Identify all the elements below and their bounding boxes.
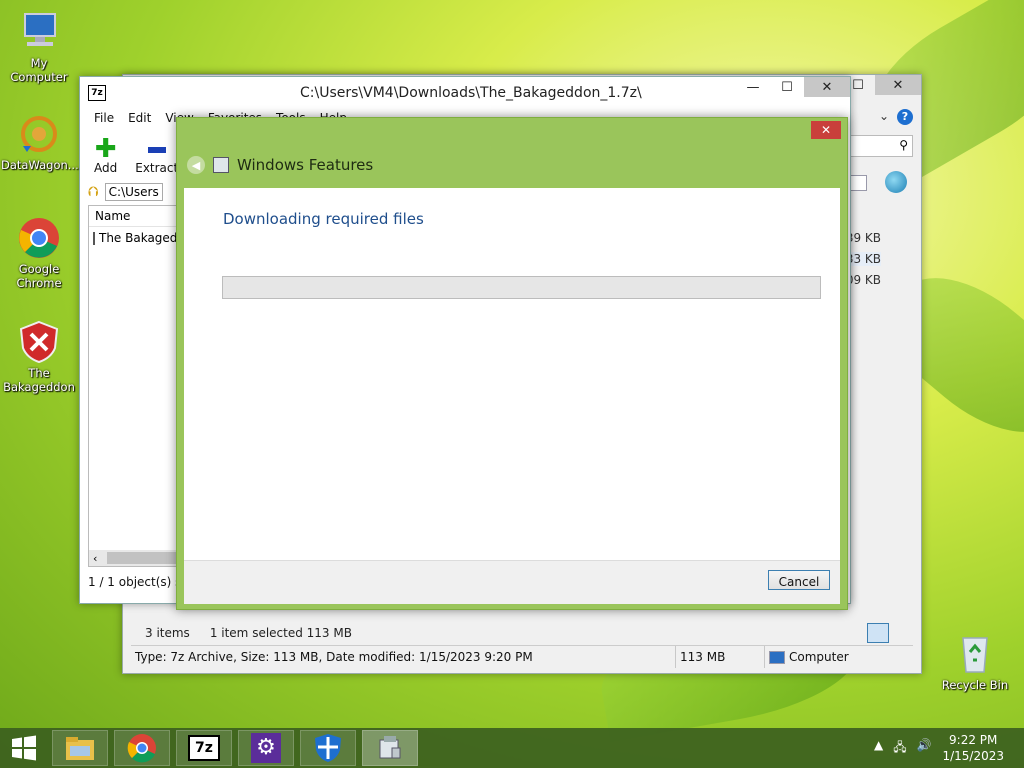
add-label: Add xyxy=(94,161,118,175)
status-message: Downloading required files xyxy=(223,210,424,228)
location-label: Computer xyxy=(789,650,849,664)
taskbar-file-explorer[interactable] xyxy=(52,730,108,766)
details-bar: Type: 7z Archive, Size: 113 MB, Date mod… xyxy=(131,645,913,668)
desktop-icon-recycle-bin[interactable]: Recycle Bin xyxy=(937,632,1013,692)
desktop-icon-my-computer[interactable]: My Computer xyxy=(1,10,77,84)
back-arrow-icon[interactable]: ◀ xyxy=(187,156,205,174)
minimize-button[interactable]: — xyxy=(736,77,770,97)
desktop-icon-label: DataWagon... xyxy=(1,158,79,172)
item-count: 3 items xyxy=(145,626,190,640)
7zip-title-bar: 7z C:\Users\VM4\Downloads\The_Bakageddon… xyxy=(80,77,850,111)
close-button[interactable]: ✕ xyxy=(875,75,921,95)
globe-icon xyxy=(885,171,907,193)
taskbar: 7z ⚙ ▲ 🖧 🔊 9:22 PM 1/15/2023 xyxy=(0,728,1024,768)
taskbar-defender[interactable] xyxy=(300,730,356,766)
clock-time: 9:22 PM xyxy=(949,733,998,747)
show-hidden-icons-button[interactable]: ▲ xyxy=(874,738,883,759)
dialog-close-button[interactable]: ✕ xyxy=(811,121,841,139)
clock[interactable]: 9:22 PM 1/15/2023 xyxy=(942,732,1004,764)
7zip-address-bar: ⮉ C:\Users xyxy=(88,181,184,203)
taskbar-7zip[interactable]: 7z xyxy=(176,730,232,766)
horizontal-scrollbar[interactable]: ‹ xyxy=(89,550,185,566)
taskbar-chrome[interactable] xyxy=(114,730,170,766)
desktop-icon-label: My Computer xyxy=(10,56,68,84)
windows-logo-icon xyxy=(12,735,36,761)
dialog-header: ◀ Windows Features xyxy=(187,156,373,174)
menu-file[interactable]: File xyxy=(94,111,114,129)
7zip-file-list[interactable]: Name The Bakageddon ‹ xyxy=(88,205,186,567)
file-icon xyxy=(93,231,95,245)
shield-error-icon xyxy=(17,320,61,364)
up-folder-icon[interactable]: ⮉ xyxy=(88,184,99,200)
volume-icon[interactable]: 🔊 xyxy=(917,738,932,759)
desktop-icon-label: Recycle Bin xyxy=(941,678,1009,692)
7zip-icon: 7z xyxy=(188,735,220,761)
extract-label: Extract xyxy=(135,161,179,175)
clock-date: 1/15/2023 xyxy=(942,749,1004,763)
address-field[interactable]: C:\Users xyxy=(104,183,163,201)
chevron-down-icon[interactable]: ⌄ xyxy=(879,109,889,123)
network-icon[interactable]: 🖧 xyxy=(893,738,906,759)
windows-features-dialog[interactable]: ✕ ◀ Windows Features Downloading require… xyxy=(176,117,848,610)
cancel-button[interactable]: Cancel xyxy=(768,570,830,590)
computer-icon xyxy=(17,10,61,54)
location-segment: Computer xyxy=(765,646,849,668)
extract-button[interactable]: Extract xyxy=(135,139,178,175)
taskbar-windows-features[interactable] xyxy=(362,730,418,766)
minus-icon xyxy=(147,147,166,153)
menu-edit[interactable]: Edit xyxy=(128,111,151,129)
plus-icon: ✚ xyxy=(94,134,117,164)
scroll-left-icon[interactable]: ‹ xyxy=(89,552,97,565)
explorer-status-bar: 3 items 1 item selected 113 MB xyxy=(123,621,921,645)
search-icon: ⚲ xyxy=(899,138,908,152)
chrome-icon xyxy=(127,734,156,763)
maximize-button[interactable]: ☐ xyxy=(770,77,804,97)
datawagon-icon xyxy=(17,112,61,156)
help-icon[interactable]: ? xyxy=(897,109,913,125)
list-item[interactable]: The Bakageddon xyxy=(89,227,185,249)
taskbar-settings[interactable]: ⚙ xyxy=(238,730,294,766)
column-header-name[interactable]: Name xyxy=(89,206,185,227)
desktop-icon-label: The Bakageddon xyxy=(3,366,75,394)
system-tray: ▲ 🖧 🔊 xyxy=(874,738,932,759)
close-button[interactable]: ✕ xyxy=(804,77,850,97)
dialog-title: Windows Features xyxy=(237,156,374,174)
dialog-footer: Cancel xyxy=(184,560,840,604)
computer-small-icon xyxy=(769,650,785,664)
desktop-icon-label: Google Chrome xyxy=(16,262,62,290)
large-icons-view-button[interactable] xyxy=(893,623,911,641)
details-size: 113 MB xyxy=(676,646,765,668)
windows-features-icon xyxy=(379,736,401,759)
recycle-bin-icon xyxy=(953,632,997,676)
scroll-thumb[interactable] xyxy=(107,552,178,564)
details-text: Type: 7z Archive, Size: 113 MB, Date mod… xyxy=(131,646,676,668)
gear-icon: ⚙ xyxy=(251,733,281,763)
windows-features-icon xyxy=(213,157,229,173)
desktop-icon-google-chrome[interactable]: Google Chrome xyxy=(1,216,77,290)
7zip-window-title: C:\Users\VM4\Downloads\The_Bakageddon_1.… xyxy=(300,85,642,101)
7zip-app-icon: 7z xyxy=(88,85,106,101)
start-button[interactable] xyxy=(0,730,48,766)
dialog-body: Downloading required files xyxy=(184,188,840,560)
desktop-icon-datawagon[interactable]: DataWagon... xyxy=(1,112,79,172)
folder-icon xyxy=(66,737,94,760)
selection-info: 1 item selected 113 MB xyxy=(209,626,352,640)
download-progress-bar xyxy=(222,276,821,299)
shield-icon xyxy=(315,734,341,762)
file-name: The Bakageddon xyxy=(99,231,185,245)
chrome-icon xyxy=(17,216,61,260)
add-button[interactable]: ✚ Add xyxy=(94,134,118,175)
desktop-icon-the-bakageddon[interactable]: The Bakageddon xyxy=(1,320,77,394)
details-view-button[interactable] xyxy=(867,623,889,643)
